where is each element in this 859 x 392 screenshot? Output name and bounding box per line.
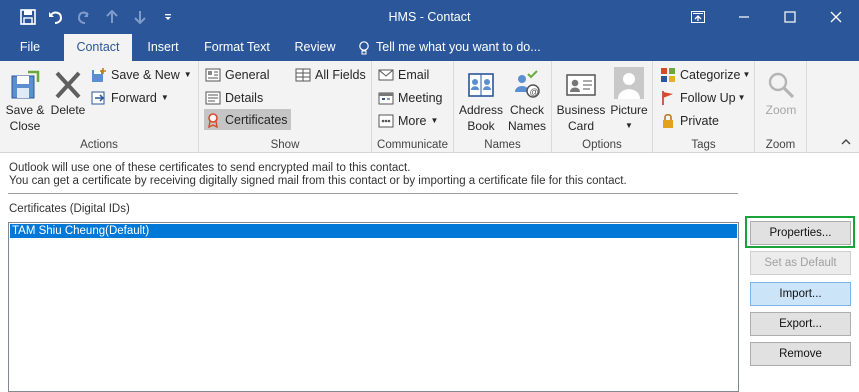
forward-button[interactable]: Forward ▼	[91, 87, 169, 108]
tell-me-search[interactable]: Tell me what you want to do...	[358, 34, 548, 61]
general-icon	[205, 67, 221, 83]
delete-x-icon	[49, 64, 87, 100]
tab-insert[interactable]: Insert	[140, 34, 186, 61]
certificates-list[interactable]: TAM Shiu Cheung(Default)	[8, 222, 739, 392]
export-button[interactable]: Export...	[750, 312, 851, 336]
business-card-button[interactable]: Business Card	[556, 64, 606, 134]
certificates-info: Outlook will use one of these certificat…	[9, 162, 627, 187]
certificates-page: Outlook will use one of these certificat…	[0, 153, 859, 392]
chevron-down-icon: ▼	[160, 93, 169, 102]
group-tags: Categorize ▼ Follow Up ▼ Private Tags	[653, 61, 755, 153]
delete-button[interactable]: Delete	[49, 64, 87, 118]
group-options: Business Card Picture ▼ Options	[552, 61, 653, 153]
picture-button[interactable]: Picture ▼	[608, 64, 650, 134]
certificates-list-label: Certificates (Digital IDs)	[9, 203, 130, 215]
set-as-default-button: Set as Default	[750, 251, 851, 275]
ribbon-display-options-icon[interactable]	[675, 0, 721, 34]
address-book-button[interactable]: Address Book	[458, 64, 504, 134]
private-button[interactable]: Private	[660, 110, 719, 131]
certificate-ribbon-icon	[205, 112, 221, 128]
lightbulb-icon	[359, 40, 369, 54]
details-button[interactable]: Details	[205, 87, 263, 108]
zoom-button: Zoom	[759, 64, 803, 118]
ribbon: Save & Close Delete Save & New ▼ Forward…	[0, 61, 859, 153]
business-card-icon	[556, 64, 606, 100]
group-show: General Details Certificates All Fields …	[199, 61, 372, 153]
forward-icon	[91, 90, 107, 106]
magnifier-icon	[759, 64, 803, 100]
check-names-button[interactable]: @ Check Names	[506, 64, 548, 134]
collapse-ribbon-icon[interactable]	[841, 137, 851, 148]
more-icon	[378, 113, 394, 129]
picture-placeholder-icon	[608, 64, 650, 100]
categorize-button[interactable]: Categorize ▼	[660, 64, 750, 85]
follow-up-button[interactable]: Follow Up ▼	[660, 87, 746, 108]
close-icon[interactable]	[813, 0, 859, 34]
email-button[interactable]: Email	[378, 64, 429, 85]
categorize-icon	[660, 67, 676, 83]
save-close-button[interactable]: Save & Close	[3, 64, 47, 134]
ribbon-tabs: File Contact Insert Format Text Review T…	[0, 34, 859, 61]
certificates-button[interactable]: Certificates	[204, 109, 291, 130]
chevron-down-icon: ▼	[742, 70, 751, 79]
general-button[interactable]: General	[205, 64, 269, 85]
chevron-down-icon: ▼	[737, 93, 746, 102]
chevron-down-icon: ▼	[430, 116, 439, 125]
title-bar: HMS - Contact	[0, 0, 859, 34]
group-actions: Save & Close Delete Save & New ▼ Forward…	[0, 61, 199, 153]
import-button[interactable]: Import...	[750, 282, 851, 306]
save-close-icon	[3, 64, 47, 100]
tab-contact[interactable]: Contact	[64, 34, 132, 61]
tab-review[interactable]: Review	[288, 34, 342, 61]
details-icon	[205, 90, 221, 106]
group-communicate: Email Meeting More ▼ Communicate	[372, 61, 454, 153]
chevron-down-icon: ▼	[625, 121, 633, 130]
remove-button[interactable]: Remove	[750, 342, 851, 366]
check-names-icon: @	[506, 64, 548, 100]
tell-me-label: Tell me what you want to do...	[376, 40, 541, 54]
all-fields-icon	[295, 67, 311, 83]
properties-button[interactable]: Properties...	[750, 221, 851, 245]
email-icon	[378, 67, 394, 83]
chevron-down-icon: ▼	[183, 70, 192, 79]
meeting-icon	[378, 90, 394, 106]
group-names: Address Book @ Check Names Names	[454, 61, 552, 153]
minimize-icon[interactable]	[721, 0, 767, 34]
lock-icon	[660, 113, 676, 129]
divider	[8, 193, 738, 194]
save-new-button[interactable]: Save & New ▼	[91, 64, 192, 85]
more-button[interactable]: More ▼	[378, 110, 438, 131]
tab-file[interactable]: File	[8, 34, 52, 61]
tab-format-text[interactable]: Format Text	[198, 34, 276, 61]
flag-icon	[660, 90, 676, 106]
save-new-icon	[91, 67, 107, 83]
list-item[interactable]: TAM Shiu Cheung(Default)	[10, 224, 737, 238]
address-book-icon	[458, 64, 504, 100]
svg-text:@: @	[530, 87, 539, 97]
maximize-icon[interactable]	[767, 0, 813, 34]
group-zoom: Zoom Zoom	[755, 61, 807, 153]
window-controls	[675, 0, 859, 34]
meeting-button[interactable]: Meeting	[378, 87, 442, 108]
all-fields-button[interactable]: All Fields	[295, 64, 366, 85]
